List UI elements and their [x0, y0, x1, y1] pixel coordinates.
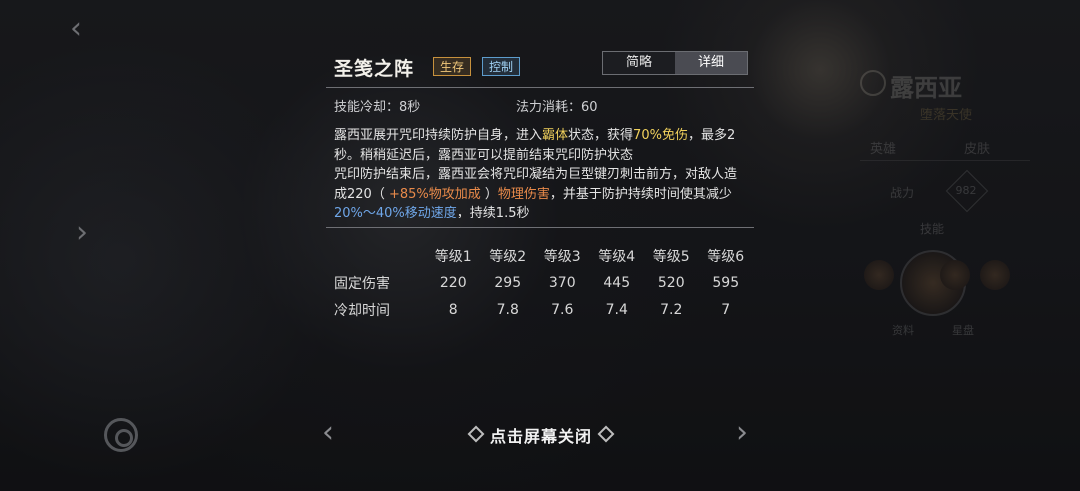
tag-survival: 生存	[433, 57, 472, 76]
skill-description: 露西亚展开咒印持续防护自身，进入霸体状态，获得70%免伤，最多2秒。稍稍延迟后，…	[334, 126, 746, 218]
settings-gear-icon	[104, 418, 138, 452]
description-divider	[326, 227, 754, 228]
description-text: ）	[480, 186, 498, 202]
table-cell: 220	[439, 274, 467, 291]
level-header: 等级1	[434, 248, 472, 265]
highlight-text: 霸体	[542, 128, 569, 143]
table-cell: 7	[721, 301, 731, 318]
description-paragraph: 咒印防护结束后，露西亚会将咒印凝结为巨型键刃刺击前方，对敌人造成220（ +85…	[334, 165, 746, 218]
table-cell: 295	[494, 274, 522, 291]
header-divider	[326, 87, 754, 88]
close-screen-hint[interactable]: 点击屏幕关闭	[462, 423, 620, 447]
table-row: 固定伤害 220 295 370 445 520 595	[326, 269, 753, 296]
close-hint-text: 点击屏幕关闭	[490, 427, 593, 446]
diamond-right-icon	[597, 425, 615, 443]
description-text: ，持续1.5秒	[456, 206, 530, 218]
tag-control: 控制	[482, 57, 521, 76]
table-cell: 445	[603, 274, 631, 291]
left-edge-chevron-icon: ›	[76, 215, 88, 250]
table-cell: 7.8	[496, 301, 519, 318]
back-chevron-icon: ‹	[70, 11, 82, 46]
table-row: 冷却时间 8 7.8 7.6 7.4 7.2 7	[326, 296, 753, 323]
level-header: 等级4	[598, 248, 636, 265]
level-stats-table: 等级1 等级2 等级3 等级4 等级5 等级6 固定伤害 220 295 370…	[326, 242, 753, 323]
table-cell: 595	[712, 274, 740, 291]
table-cell: 370	[548, 274, 576, 291]
description-text: 状态，获得	[568, 128, 634, 143]
description-text: ，并基于防护持续时间使其减少	[549, 186, 732, 202]
detail-view-button[interactable]: 详细	[675, 52, 747, 74]
level-header-blank	[326, 242, 426, 269]
table-cell: 7.4	[605, 301, 628, 318]
level-header: 等级5	[652, 248, 690, 265]
row-label-cooldown: 冷却时间	[334, 302, 390, 319]
brief-view-button[interactable]: 简略	[603, 52, 675, 74]
skill-mana-cost: 法力消耗：60	[516, 100, 598, 115]
table-cell: 8	[448, 301, 458, 318]
highlight-text: +85%物攻加成	[388, 186, 481, 202]
highlight-text: 70%免伤	[633, 128, 688, 143]
description-text: 露西亚展开咒印持续防护自身，进入	[334, 128, 543, 143]
level-header-row: 等级1 等级2 等级3 等级4 等级5 等级6	[326, 242, 753, 269]
table-cell: 520	[657, 274, 685, 291]
description-paragraph: 露西亚展开咒印持续防护自身，进入霸体状态，获得70%免伤，最多2秒。稍稍延迟后，…	[334, 126, 746, 165]
skill-detail-panel: 圣笺之阵 生存 控制 简略 详细 技能冷却：8秒 法力消耗：60 露西亚展开咒印…	[326, 44, 754, 324]
row-label-damage: 固定伤害	[334, 275, 390, 292]
table-cell: 7.6	[551, 301, 574, 318]
level-header: 等级6	[707, 248, 745, 265]
highlight-text: 20%～40%移动速度	[334, 206, 457, 218]
skill-cooldown: 技能冷却：8秒	[334, 100, 421, 115]
skill-name: 圣笺之阵	[334, 58, 415, 80]
prev-skill-chevron-icon[interactable]: ‹	[322, 418, 334, 448]
level-header: 等级3	[543, 248, 581, 265]
level-header: 等级2	[489, 248, 527, 265]
view-toggle: 简略 详细	[602, 51, 748, 75]
diamond-left-icon	[467, 425, 485, 443]
table-cell: 7.2	[660, 301, 683, 318]
next-skill-chevron-icon[interactable]: ›	[736, 418, 748, 448]
highlight-text: 物理伤害	[497, 186, 550, 202]
